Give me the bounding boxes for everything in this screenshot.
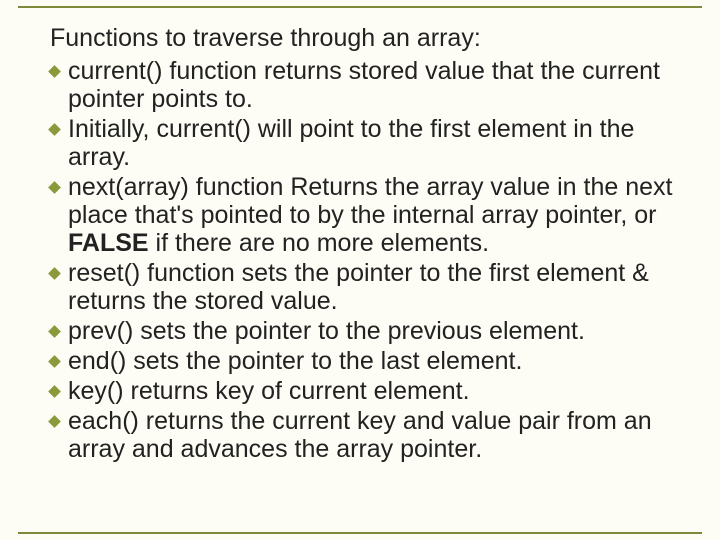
list-item-text: key() returns key of current element. [68, 377, 470, 405]
slide-heading: Functions to traverse through an array: [50, 24, 684, 53]
list-item-text: prev() sets the pointer to the previous … [68, 317, 585, 345]
bullet-list: current() function returns stored value … [50, 57, 684, 463]
list-item-text: current() function returns stored value … [68, 57, 660, 113]
list-item: next(array) function Returns the array v… [50, 173, 684, 257]
list-item-text-post: if there are no more elements. [149, 229, 489, 257]
list-item-text: end() sets the pointer to the last eleme… [68, 347, 522, 375]
list-item: reset() function sets the pointer to the… [50, 259, 684, 315]
list-item: current() function returns stored value … [50, 57, 684, 113]
list-item-text: Initially, current() will point to the f… [68, 115, 634, 171]
top-rule [18, 6, 702, 8]
list-item-text: reset() function sets the pointer to the… [68, 259, 649, 315]
list-item: each() returns the current key and value… [50, 407, 684, 463]
list-item: end() sets the pointer to the last eleme… [50, 347, 684, 375]
list-item-text-pre: next(array) function Returns the array v… [68, 173, 672, 229]
slide: Functions to traverse through an array: … [0, 0, 720, 540]
list-item: prev() sets the pointer to the previous … [50, 317, 684, 345]
bottom-rule [18, 532, 702, 534]
list-item: key() returns key of current element. [50, 377, 684, 405]
list-item-text: each() returns the current key and value… [68, 407, 652, 463]
list-item: Initially, current() will point to the f… [50, 115, 684, 171]
list-item-text-bold: FALSE [68, 229, 149, 257]
